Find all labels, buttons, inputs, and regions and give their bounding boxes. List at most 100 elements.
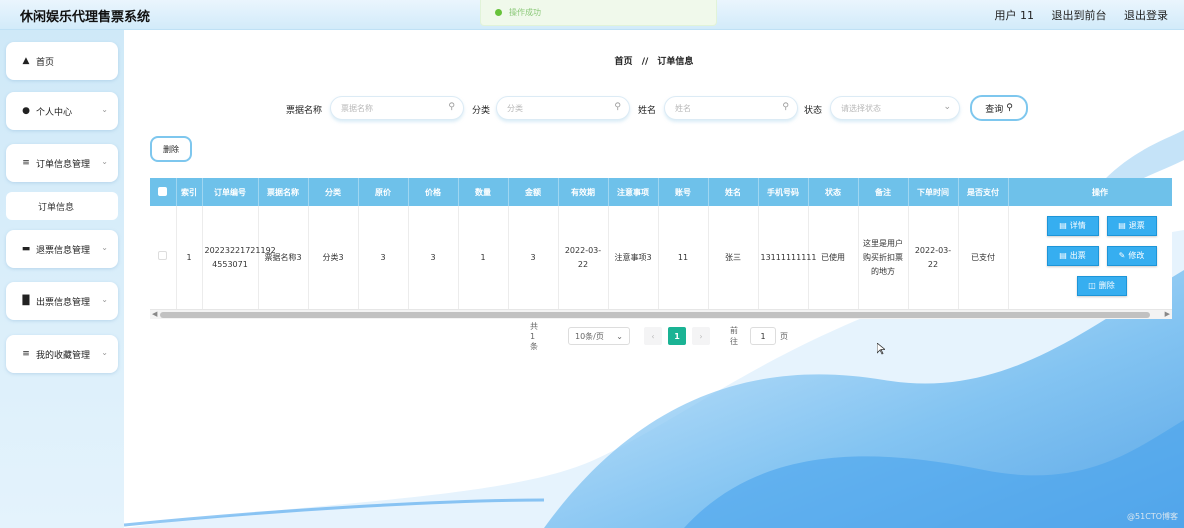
success-icon [495, 9, 502, 16]
column-header: 原价 [358, 178, 409, 206]
cell-remark: 这里是用户购买折扣票的地方 [858, 206, 909, 311]
cell-phone: 13111111111 [758, 206, 817, 311]
document-icon: ▤ [1118, 221, 1126, 230]
ticket-icon: ▬ [21, 244, 31, 254]
user-icon: ● [22, 106, 30, 116]
list-icon: ≡ [22, 349, 30, 359]
sidebar-item-refund-management[interactable]: ▬ 退票信息管理 ⌄ [6, 230, 118, 268]
edit-icon: ✎ [1118, 251, 1126, 260]
cell-notes: 注意事项3 [608, 206, 659, 311]
column-header: 有效期 [558, 178, 609, 206]
goto-page-input[interactable]: 1 [750, 327, 776, 345]
sidebar-item-personal-center[interactable]: ● 个人中心 ⌄ [6, 92, 118, 130]
breadcrumb: 首页 // 订单信息 [124, 54, 1184, 67]
prev-page-button[interactable]: ‹ [644, 327, 662, 345]
cell-category: 分类3 [308, 206, 359, 311]
column-header: 下单时间 [908, 178, 959, 206]
name-placeholder: 姓名 [675, 103, 691, 113]
status-select[interactable]: 请选择状态 ⌄ [830, 96, 960, 120]
page-size-select[interactable]: 10条/页 ⌄ [568, 327, 630, 345]
edit-button[interactable]: ✎ 修改 [1106, 246, 1157, 266]
chevron-down-icon: ⌄ [101, 243, 108, 252]
issue-label: 出票 [1069, 251, 1086, 260]
batch-delete-label: 删除 [163, 144, 179, 154]
row-checkbox[interactable] [158, 251, 168, 260]
table-header-row: 索引 订单编号 票据名称 分类 原价 价格 数量 金额 有效期 注意事项 账号 … [150, 178, 1172, 206]
sidebar-item-issue-management[interactable]: █ 出票信息管理 ⌄ [6, 282, 118, 320]
select-all-checkbox[interactable] [158, 186, 168, 196]
detail-button[interactable]: ▤ 详情 [1046, 216, 1099, 236]
horizontal-scrollbar[interactable]: ◀ ▶ [150, 309, 1172, 319]
sidebar-item-order-management[interactable]: ≡ 订单信息管理 ⌄ [6, 144, 118, 182]
cell-price: 3 [408, 206, 459, 311]
ticket-name-input[interactable]: 票据名称 ⚲ [330, 96, 464, 120]
column-header: 状态 [808, 178, 859, 206]
scroll-right-icon[interactable]: ▶ [1165, 310, 1170, 318]
name-input[interactable]: 姓名 ⚲ [664, 96, 798, 120]
cell-quantity: 1 [458, 206, 509, 311]
sidebar: ▲ 首页 ● 个人中心 ⌄ ≡ 订单信息管理 ⌄ 订单信息 ▬ 退票信息管理 ⌄… [0, 30, 124, 528]
cell-order-no: 20223221721192 4553071 [202, 206, 276, 311]
search-icon: ⚲ [1006, 103, 1013, 113]
select-all-checkbox-cell[interactable] [150, 178, 177, 206]
ticket-name-label: 票据名称 [286, 106, 323, 116]
logout-link[interactable]: 退出登录 [1124, 9, 1168, 22]
batch-delete-button[interactable]: 删除 [150, 136, 192, 162]
chevron-left-icon: ‹ [651, 331, 655, 341]
refund-button[interactable]: ▤ 退票 [1106, 216, 1157, 236]
mouse-cursor-icon [877, 343, 885, 355]
column-header: 注意事项 [608, 178, 659, 206]
sidebar-item-label: 首页 [36, 57, 55, 68]
chevron-down-icon: ⌄ [101, 157, 108, 166]
sidebar-item-home[interactable]: ▲ 首页 [6, 42, 118, 80]
current-page-button[interactable]: 1 [668, 327, 686, 345]
cell-ticket-name: 票据名称3 [258, 206, 309, 311]
user-label: 用户 11 [994, 9, 1035, 22]
search-icon: ⚲ [782, 102, 789, 112]
name-label: 姓名 [638, 106, 657, 116]
row-actions: ▤ 详情 ▤ 退票 ▤ 出票 ✎ 修改 ◫ 删除 [1011, 206, 1173, 310]
breadcrumb-current: 订单信息 [657, 57, 694, 67]
back-to-front-link[interactable]: 退出到前台 [1052, 9, 1107, 22]
sidebar-item-favorites-management[interactable]: ≡ 我的收藏管理 ⌄ [6, 335, 118, 373]
breadcrumb-separator: // [641, 57, 649, 67]
chevron-down-icon: ⌄ [101, 295, 108, 304]
cell-paid: 已支付 [958, 206, 1009, 311]
column-header: 手机号码 [758, 178, 809, 206]
edit-label: 修改 [1128, 251, 1145, 260]
chevron-down-icon: ⌄ [101, 105, 108, 114]
column-header: 索引 [176, 178, 203, 206]
column-header: 账号 [658, 178, 709, 206]
cell-valid-until: 2022-03-22 [558, 206, 609, 311]
refund-label: 退票 [1128, 221, 1145, 230]
orders-table: 索引 订单编号 票据名称 分类 原价 价格 数量 金额 有效期 注意事项 账号 … [150, 178, 1172, 320]
scroll-left-icon[interactable]: ◀ [152, 310, 157, 318]
issue-button[interactable]: ▤ 出票 [1046, 246, 1099, 266]
scrollbar-thumb[interactable] [160, 312, 1150, 318]
category-label: 分类 [472, 106, 491, 116]
column-header: 分类 [308, 178, 359, 206]
breadcrumb-home[interactable]: 首页 [615, 57, 633, 67]
delete-row-button[interactable]: ◫ 删除 [1076, 276, 1127, 296]
document-icon: ▤ [1059, 221, 1067, 230]
sidebar-item-label: 订单信息管理 [36, 159, 91, 170]
toast-message: 操作成功 [509, 8, 541, 17]
chevron-down-icon: ⌄ [616, 331, 623, 341]
main-content: 首页 // 订单信息 票据名称 票据名称 ⚲ 分类 分类 ⚲ 姓名 姓名 ⚲ 状… [124, 30, 1184, 528]
cell-actions: ▤ 详情 ▤ 退票 ▤ 出票 ✎ 修改 ◫ 删除 [1008, 206, 1172, 311]
trash-icon: ◫ [1088, 281, 1096, 290]
sidebar-item-label: 退票信息管理 [36, 245, 91, 256]
cell-original-price: 3 [358, 206, 409, 311]
column-header: 操作 [1008, 178, 1172, 206]
cell-account: 11 [658, 206, 709, 311]
sidebar-item-order-info[interactable]: 订单信息 [6, 192, 118, 220]
query-button[interactable]: 查询 ⚲ [970, 95, 1028, 121]
row-checkbox-cell[interactable] [150, 206, 177, 311]
category-input[interactable]: 分类 ⚲ [496, 96, 630, 120]
cell-amount: 3 [508, 206, 559, 311]
next-page-button[interactable]: › [692, 327, 710, 345]
pagination-total: 共 1 条 [530, 321, 538, 351]
home-icon: ▲ [22, 56, 30, 66]
cell-index: 1 [176, 206, 203, 311]
search-icon: ⚲ [448, 102, 455, 112]
